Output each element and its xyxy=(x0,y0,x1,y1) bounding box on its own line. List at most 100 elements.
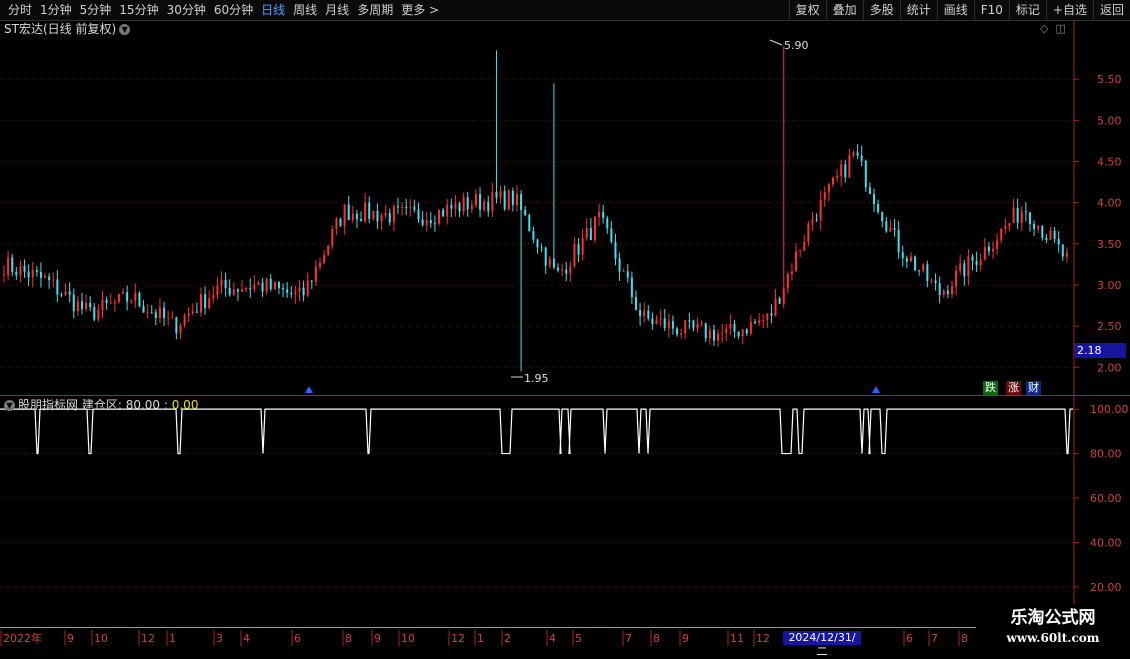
candle-body xyxy=(745,329,748,334)
indicator-label: 建仓区: 80.00 xyxy=(81,398,161,412)
candle-body xyxy=(388,212,391,223)
candle-body xyxy=(232,289,235,295)
candle-body xyxy=(401,206,404,208)
candle-body xyxy=(528,215,531,232)
candle-body xyxy=(873,193,876,204)
candle-body xyxy=(511,190,514,206)
candle-body xyxy=(634,297,637,311)
chevron-down-icon[interactable]: ▼ xyxy=(4,400,15,411)
candle-body xyxy=(15,271,18,276)
candle-body xyxy=(680,333,683,335)
candle-body xyxy=(438,209,441,224)
tag-finance[interactable]: 财 xyxy=(1026,381,1041,395)
candle-body xyxy=(975,260,978,265)
candle-body xyxy=(708,329,711,339)
candle-body xyxy=(72,294,75,312)
candle-body xyxy=(749,321,752,334)
candle-body xyxy=(68,291,71,295)
candle-body xyxy=(335,218,338,229)
candle-body xyxy=(277,282,280,288)
indicator-tick-label: 20.00 xyxy=(1090,581,1122,594)
candle-body xyxy=(565,269,568,274)
candle-body xyxy=(146,312,149,314)
candle-body xyxy=(76,301,79,312)
candle-body xyxy=(376,210,379,222)
candle-body xyxy=(351,213,354,221)
candle-body xyxy=(836,176,839,178)
candle-body xyxy=(134,292,137,301)
candle-body xyxy=(573,244,576,267)
candle-body xyxy=(622,271,625,273)
candle-body xyxy=(372,210,375,220)
candle-body xyxy=(610,228,613,242)
candle-body xyxy=(421,219,424,226)
candle-body xyxy=(848,155,851,178)
candle-body xyxy=(515,194,518,206)
time-tick-label: 7 xyxy=(931,632,938,645)
candle-body xyxy=(1024,211,1027,213)
time-tick-label: 2022年 xyxy=(3,631,42,645)
candle-body xyxy=(195,311,198,313)
candle-body xyxy=(499,191,502,198)
candle-body xyxy=(893,228,896,230)
time-tick-label: 10 xyxy=(94,632,108,645)
candle-body xyxy=(105,299,108,304)
candle-body xyxy=(495,192,498,198)
candle-body xyxy=(700,323,703,325)
candle-body xyxy=(48,276,51,281)
candle-body xyxy=(831,177,834,185)
tag-fall[interactable]: 跌 xyxy=(983,381,998,395)
candle-body xyxy=(1012,208,1015,224)
candle-body xyxy=(786,273,789,289)
candle-body xyxy=(585,227,588,238)
candle-body xyxy=(524,209,527,216)
candle-body xyxy=(507,190,510,210)
candle-body xyxy=(717,333,720,341)
candle-body xyxy=(35,270,38,272)
candle-body xyxy=(454,203,457,209)
candle-body xyxy=(692,320,695,329)
candle-body xyxy=(803,242,806,251)
candle-body xyxy=(663,318,666,328)
candle-body xyxy=(996,240,999,249)
candle-body xyxy=(212,295,215,299)
candle-body xyxy=(614,241,617,259)
candle-body xyxy=(245,287,248,290)
candle-body xyxy=(963,263,966,277)
candle-body xyxy=(302,287,305,296)
candle-body xyxy=(733,323,736,332)
candle-body xyxy=(569,266,572,274)
candle-body xyxy=(766,313,769,321)
candle-body xyxy=(909,256,912,262)
time-tick-label: 6 xyxy=(294,632,301,645)
candle-body xyxy=(360,219,363,222)
candle-body xyxy=(199,294,202,313)
candle-body xyxy=(737,331,740,337)
candle-body xyxy=(774,298,777,316)
watermark: 乐淘公式网 www.60lt.com xyxy=(976,604,1130,650)
candle-body xyxy=(290,292,293,295)
tag-rise[interactable]: 涨 xyxy=(1006,381,1021,395)
price-tick-label: 3.50 xyxy=(1097,238,1122,251)
candle-body xyxy=(163,307,166,319)
candle-body xyxy=(1020,211,1023,223)
candle-body xyxy=(109,302,112,304)
candle-body xyxy=(807,223,810,243)
indicator-name: 股朋指标网 xyxy=(18,398,79,412)
candle-body xyxy=(80,301,83,309)
candle-body xyxy=(31,270,34,278)
candle-body xyxy=(626,271,629,278)
candle-body xyxy=(405,206,408,208)
candle-body xyxy=(815,219,818,221)
candle-body xyxy=(417,209,420,220)
candle-body xyxy=(577,244,580,255)
time-tick-label: 7 xyxy=(625,632,632,645)
candle-body xyxy=(589,227,592,240)
indicator-tick-label: 60.00 xyxy=(1090,492,1122,505)
current-price-badge: 2.18 xyxy=(1075,343,1126,358)
candle-body xyxy=(593,217,596,240)
time-tick-label: 2 xyxy=(504,632,511,645)
candle-body xyxy=(89,302,92,308)
candle-body xyxy=(844,164,847,178)
candle-body xyxy=(286,289,289,293)
